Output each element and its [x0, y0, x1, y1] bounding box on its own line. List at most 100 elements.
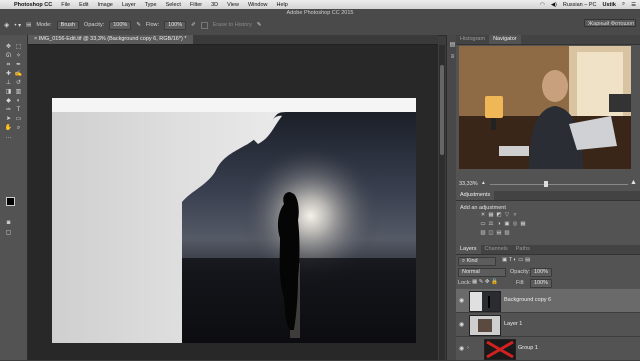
spotlight-icon[interactable]: ⌕ [622, 1, 625, 8]
tab-navigator[interactable]: Navigator [489, 35, 521, 44]
color-lookup-icon[interactable]: ▦ [520, 221, 526, 227]
menu-window[interactable]: Window [248, 2, 268, 8]
history-brush-tool-icon[interactable]: ↺ [14, 79, 23, 87]
channel-mixer-icon[interactable]: ◎ [512, 221, 518, 227]
levels-icon[interactable]: ▦ [488, 212, 494, 218]
navigator-tabs: Histogram Navigator [456, 35, 640, 45]
zoom-in-icon[interactable]: ▲ [630, 179, 637, 186]
blur-tool-icon[interactable]: ◆ [4, 97, 13, 105]
tab-adjustments[interactable]: Adjustments [456, 191, 495, 200]
layer-row[interactable]: ◉ › Group 1 [456, 337, 640, 361]
opacity-input[interactable]: 100% [109, 20, 132, 30]
layer-opacity-input[interactable]: 100% [530, 268, 553, 277]
layer-row[interactable]: ◉ Layer 1 [456, 313, 640, 337]
move-tool-icon[interactable]: ✥ [4, 43, 13, 51]
language-indicator[interactable]: Russian – PC [563, 2, 597, 8]
curves-icon[interactable]: ◩ [496, 212, 502, 218]
tab-channels[interactable]: Channels [481, 245, 512, 254]
menu-layer[interactable]: Layer [122, 2, 136, 8]
quick-select-tool-icon[interactable]: ✧ [14, 52, 23, 60]
visibility-eye-icon[interactable]: ◉ [459, 345, 464, 352]
menu-select[interactable]: Select [166, 2, 181, 8]
more-tools-icon[interactable]: … [4, 133, 13, 141]
tab-paths[interactable]: Paths [512, 245, 534, 254]
workspace-select[interactable]: Жарный Фотошоп [584, 19, 636, 27]
menu-type[interactable]: Type [145, 2, 157, 8]
lock-icons[interactable]: ▦ ✎ ✥ 🔒 [472, 279, 498, 285]
vibrance-icon[interactable]: ▿ [512, 212, 518, 218]
gradient-map-icon[interactable]: ▨ [504, 230, 510, 236]
quick-mask-icon[interactable]: ◙ [4, 219, 13, 227]
invert-icon[interactable]: ▧ [480, 230, 486, 236]
blend-mode-select[interactable]: Normal [458, 268, 506, 277]
menu-image[interactable]: Image [98, 2, 113, 8]
fill-input[interactable]: 100% [530, 279, 553, 288]
menu-list-icon[interactable]: ☰ [631, 2, 636, 8]
photo-filter-icon[interactable]: ▣ [504, 221, 510, 227]
layer-filter-icons[interactable]: ▣ T ◐ ▭ ▤ [502, 257, 530, 263]
tools-panel: ✥ ⬚ ᘏ ✧ ⌗ ✒ ✚ ✍ ⊥ ↺ ◨ ▥ ◆ ◐ ✑ T ➤ ▭ ✋ ⌕ … [0, 35, 28, 360]
gradient-tool-icon[interactable]: ▥ [14, 88, 23, 96]
navigator-preview[interactable] [459, 46, 631, 169]
shape-tool-icon[interactable]: ▭ [14, 115, 23, 123]
wifi-icon[interactable]: ◠ [540, 2, 545, 8]
pressure-size-icon[interactable]: ✎ [257, 22, 262, 28]
hue-saturation-icon[interactable]: ▭ [480, 221, 486, 227]
crop-tool-icon[interactable]: ⌗ [4, 61, 13, 69]
layer-row[interactable]: ◉ Background copy 6 [456, 289, 640, 313]
visibility-eye-icon[interactable]: ◉ [459, 297, 464, 304]
navigator-zoom-value[interactable]: 33,33% [459, 181, 478, 187]
layer-filter-select[interactable]: ⌕ Kind [458, 257, 496, 266]
zoom-out-icon[interactable]: ▴ [482, 180, 485, 186]
menu-filter[interactable]: Filter [190, 2, 202, 8]
screen-mode-icon[interactable]: ▢ [4, 229, 13, 237]
flow-input[interactable]: 100% [164, 20, 187, 30]
menu-help[interactable]: Help [277, 2, 288, 8]
user-name[interactable]: Ustik [603, 2, 616, 8]
menu-3d[interactable]: 3D [211, 2, 218, 8]
tab-layers[interactable]: Layers [456, 245, 481, 254]
menu-view[interactable]: View [227, 2, 239, 8]
erase-history-checkbox[interactable] [200, 21, 208, 29]
adjustments-tabs: Adjustments [456, 191, 640, 201]
menu-edit[interactable]: Edit [79, 2, 88, 8]
document-canvas[interactable] [52, 98, 416, 343]
marquee-tool-icon[interactable]: ⬚ [14, 43, 23, 51]
dodge-tool-icon[interactable]: ◐ [14, 97, 23, 105]
visibility-eye-icon[interactable]: ◉ [459, 321, 464, 328]
zoom-tool-icon[interactable]: ⌕ [14, 124, 23, 132]
pen-tool-icon[interactable]: ✑ [4, 106, 13, 114]
menu-app-name[interactable]: Photoshop CC [14, 2, 52, 8]
eraser-tool-icon[interactable]: ◈ [4, 21, 9, 29]
vertical-scrollbar[interactable] [439, 45, 445, 360]
tab-histogram[interactable]: Histogram [456, 35, 489, 44]
type-tool-icon[interactable]: T [14, 106, 23, 114]
zoom-slider-thumb[interactable] [544, 181, 548, 187]
hand-tool-icon[interactable]: ✋ [4, 124, 13, 132]
brush-tool-icon[interactable]: ✍ [14, 70, 23, 78]
foreground-color-swatch[interactable] [6, 197, 15, 206]
eyedropper-tool-icon[interactable]: ✒ [14, 61, 23, 69]
volume-icon[interactable]: ◀) [551, 2, 557, 8]
airbrush-icon[interactable]: ✐ [191, 22, 196, 28]
clone-stamp-tool-icon[interactable]: ⊥ [4, 79, 13, 87]
expand-arrow-icon[interactable]: › [467, 345, 469, 351]
exposure-icon[interactable]: ▽ [504, 212, 510, 218]
posterize-icon[interactable]: ◫ [488, 230, 494, 236]
brightness-icon[interactable]: ☀ [480, 212, 486, 218]
brush-panel-icon[interactable]: ▤ [26, 22, 31, 28]
threshold-icon[interactable]: ▤ [496, 230, 502, 236]
black-white-icon[interactable]: ◑ [496, 221, 502, 227]
layers-tabs: Layers Channels Paths [456, 245, 640, 255]
eraser-tool-icon[interactable]: ◨ [4, 88, 13, 96]
menu-file[interactable]: File [61, 2, 70, 8]
mode-select[interactable]: Brush [56, 20, 80, 30]
path-select-tool-icon[interactable]: ➤ [4, 115, 13, 123]
brush-size-indicator[interactable]: • ▾ [14, 22, 21, 29]
document-tab[interactable]: × IMG_0156-Edit.tif @ 33,3% (Background … [28, 35, 193, 44]
lasso-tool-icon[interactable]: ᘏ [4, 52, 13, 60]
color-balance-icon[interactable]: ⚖ [488, 221, 494, 227]
healing-tool-icon[interactable]: ✚ [4, 70, 13, 78]
pressure-opacity-icon[interactable]: ✎ [136, 22, 141, 28]
zoom-slider-track[interactable] [490, 184, 628, 185]
